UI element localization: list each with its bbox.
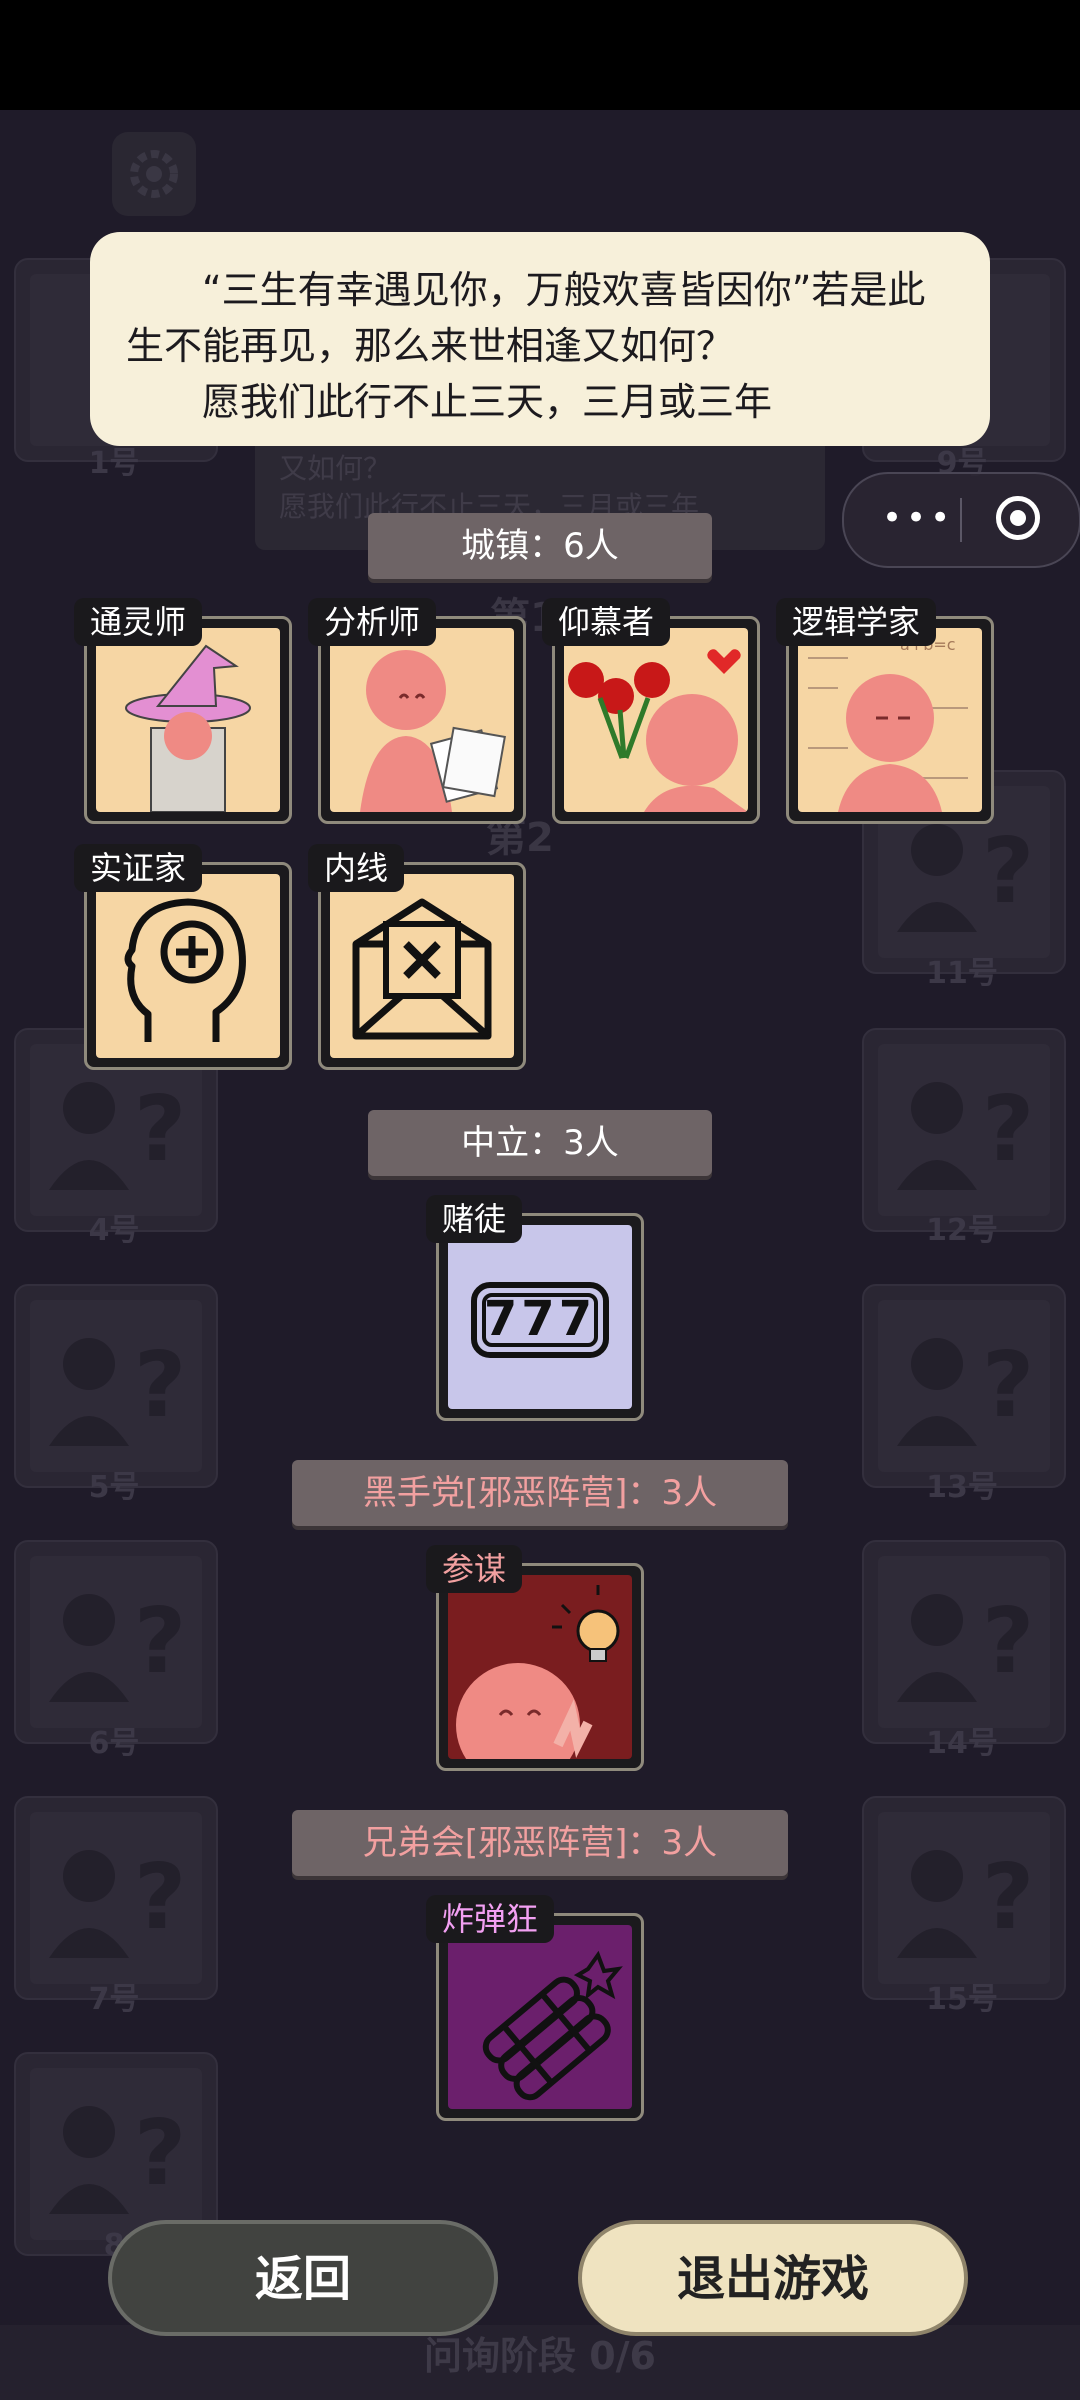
role-card-strategist[interactable]: 参谋 [426, 1545, 644, 1771]
neutral-group-header: 中立：3人 [368, 1110, 712, 1176]
town-group-header: 城镇：6人 [368, 513, 712, 579]
svg-text:?: ? [134, 1333, 186, 1438]
unknown-player-icon: ? [49, 1333, 186, 1446]
unknown-player-icon: ? [897, 1589, 1034, 1702]
svg-text:?: ? [134, 1589, 186, 1694]
reading-papers-icon [360, 650, 506, 812]
blackhand-group-header: 黑手党[邪恶阵营]：3人 [292, 1460, 788, 1526]
miniprogram-capsule: ••• [842, 472, 1080, 568]
witch-hat-icon [125, 644, 251, 812]
player-slot: ? [862, 1028, 1066, 1232]
dynamite-icon [482, 1950, 623, 2101]
idea-bulb-figure-icon [456, 1585, 620, 1759]
role-card-analyst[interactable]: 分析师 [308, 598, 526, 824]
player-slot-label: 13号 [926, 1470, 998, 1505]
background-bubble-line: 又如何？ [279, 452, 392, 485]
role-name: 炸弹狂 [426, 1895, 555, 1943]
player-slot-label: 14号 [926, 1726, 998, 1761]
role-name: 分析师 [308, 598, 437, 646]
player-slot: ? [14, 1796, 218, 2000]
envelope-x-icon [352, 898, 492, 1040]
svg-text:?: ? [134, 2101, 186, 2206]
unknown-player-icon: ? [49, 1589, 186, 1702]
player-slot-label: 15号 [926, 1982, 998, 2017]
roses-icon [568, 649, 748, 812]
role-name: 赌徒 [426, 1195, 523, 1243]
role-name: 通灵师 [74, 598, 203, 646]
svg-text:?: ? [982, 1333, 1034, 1438]
unknown-player-icon: ? [897, 1845, 1034, 1958]
role-card-gambler[interactable]: 777 赌徒 [426, 1195, 644, 1421]
svg-text:?: ? [134, 1845, 186, 1950]
player-slot-label: 6号 [88, 1726, 140, 1761]
svg-text:?: ? [982, 1845, 1034, 1950]
player-slot-label: 7号 [88, 1982, 140, 2017]
role-name: 实证家 [74, 844, 203, 892]
player-slot: ? [14, 1540, 218, 1744]
player-slot-label: 4号 [88, 1213, 140, 1248]
slot-reels-text: 777 [483, 1291, 597, 1347]
role-card-admirer[interactable]: 仰慕者 [542, 598, 760, 824]
player-slot: ? [862, 1540, 1066, 1744]
player-slot-label: 12号 [926, 1213, 998, 1248]
head-plus-icon [124, 898, 246, 1042]
player-slot: ? [862, 1796, 1066, 2000]
more-menu-icon[interactable]: ••• [882, 498, 954, 538]
role-card-medium[interactable]: 通灵师 [74, 598, 292, 824]
role-name: 参谋 [426, 1545, 523, 1593]
close-target-icon[interactable] [996, 496, 1040, 540]
speech-dialog: “三生有幸遇见你，万般欢喜皆因你”若是此生不能再见，那么来世相逢又如何？ 愿我们… [90, 232, 990, 446]
svg-text:?: ? [982, 1077, 1034, 1182]
brotherhood-group-header: 兄弟会[邪恶阵营]：3人 [292, 1810, 788, 1876]
role-card-logician[interactable]: a+b=c 逻辑学家 [776, 598, 994, 824]
unknown-player-icon: ? [49, 1845, 186, 1958]
status-bar [0, 0, 1080, 110]
role-name: 逻辑学家 [776, 598, 937, 646]
svg-text:?: ? [982, 1589, 1034, 1694]
settings-gear-icon [112, 132, 196, 216]
capsule-divider [960, 498, 962, 542]
player-slot: ? [862, 1284, 1066, 1488]
back-button[interactable]: 返回 [108, 2220, 498, 2336]
role-name: 仰慕者 [542, 598, 671, 646]
role-name: 内线 [308, 844, 405, 892]
role-card-bomber[interactable]: 炸弹狂 [426, 1895, 644, 2121]
unknown-player-icon: ? [897, 1077, 1034, 1190]
formula-figure-icon: a+b=c [808, 635, 968, 812]
unknown-player-icon: ? [49, 2101, 186, 2214]
unknown-player-icon: ? [49, 1077, 186, 1190]
role-card-empiricist[interactable]: 实证家 [74, 844, 292, 1070]
dialog-line-2: 愿我们此行不止三天，三月或三年 [202, 380, 773, 424]
player-slot-label: 11号 [926, 956, 998, 991]
player-slot-label: 5号 [88, 1470, 140, 1505]
svg-text:?: ? [134, 1077, 186, 1182]
player-slot: ? [14, 1284, 218, 1488]
role-card-insider[interactable]: 内线 [308, 844, 526, 1070]
dialog-line-1: “三生有幸遇见你，万般欢喜皆因你”若是此生不能再见，那么来世相逢又如何？ [126, 268, 926, 368]
svg-text:?: ? [982, 819, 1034, 924]
exit-game-button[interactable]: 退出游戏 [578, 2220, 968, 2336]
unknown-player-icon: ? [897, 1333, 1034, 1446]
